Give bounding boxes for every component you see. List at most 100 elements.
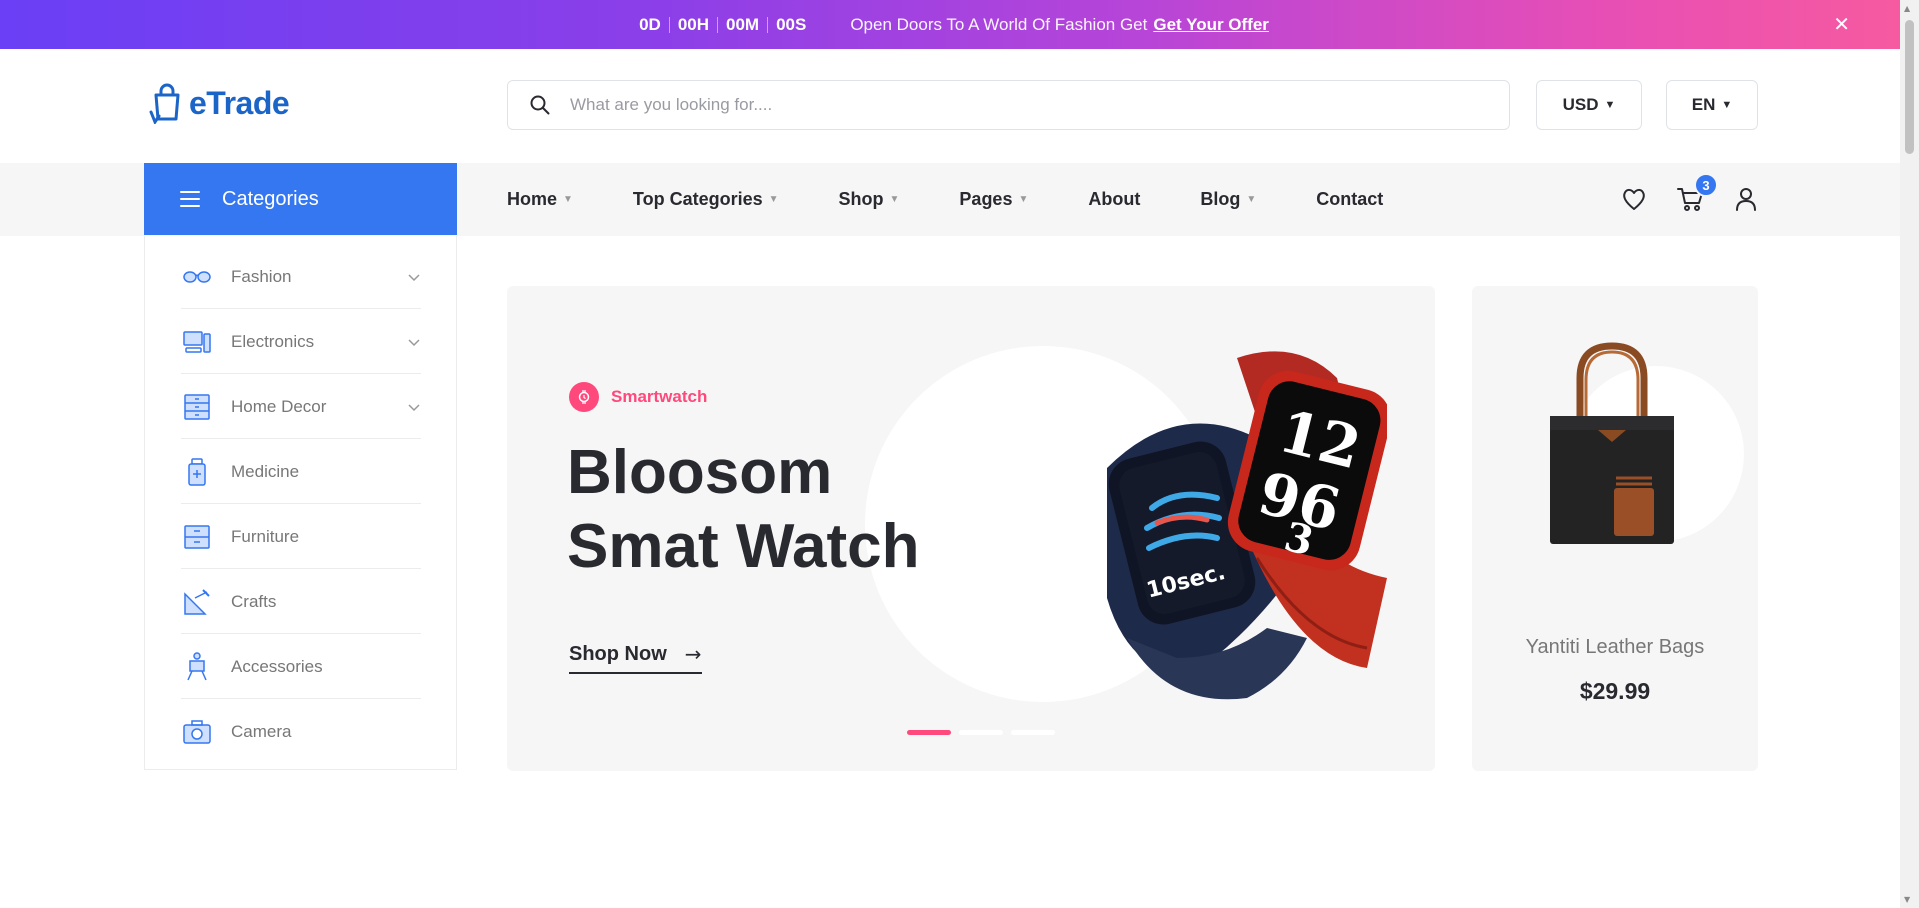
nav-item-pages[interactable]: Pages ▼	[959, 189, 1028, 210]
nav-item-top-categories[interactable]: Top Categories ▼	[633, 189, 779, 210]
nav-label: Pages	[959, 188, 1013, 209]
chevron-down-icon: ▼	[1246, 193, 1257, 205]
computer-icon	[183, 330, 211, 353]
featured-product-card[interactable]: Yantiti Leather Bags $29.99	[1472, 286, 1758, 771]
chevron-down-icon: ▼	[563, 193, 573, 205]
slider-pagination	[907, 730, 1063, 735]
smartwatch-image: 10sec. 12 96 3	[1107, 351, 1387, 700]
chevron-down-icon	[408, 403, 420, 411]
hamburger-menu-icon	[180, 191, 200, 207]
category-label: Fashion	[231, 266, 292, 286]
categories-label: Categories	[222, 187, 319, 210]
site-header: eTrade USD ▼ EN ▼	[0, 49, 1900, 163]
nav-label: Blog	[1200, 188, 1241, 209]
nav-label: Shop	[838, 188, 884, 209]
product-name[interactable]: Yantiti Leather Bags	[1472, 636, 1758, 659]
language-select[interactable]: EN ▼	[1666, 80, 1758, 130]
shopping-bag-logo-icon	[149, 83, 180, 124]
product-price: $29.99	[1579, 678, 1651, 704]
categories-toggle-button[interactable]: Categories	[144, 163, 457, 235]
chevron-down-icon: ▼	[1604, 99, 1616, 111]
countdown-timer: 0D 00H 00M 00S	[631, 15, 814, 35]
category-label: Medicine	[231, 461, 300, 481]
slider-dot[interactable]	[959, 730, 1003, 735]
countdown-days: 0D	[639, 14, 661, 34]
countdown-seconds: 00S	[776, 14, 807, 34]
heart-icon[interactable]	[1620, 185, 1648, 213]
hero-title-line: Smat Watch	[567, 512, 920, 581]
cart-count-badge: 3	[1694, 173, 1718, 197]
category-item-crafts[interactable]: Crafts	[181, 570, 421, 634]
shop-now-label: Shop Now	[569, 642, 667, 665]
category-item-home-decor[interactable]: Home Decor	[181, 375, 421, 439]
nav-item-shop[interactable]: Shop ▼	[839, 189, 900, 210]
category-label: Home Decor	[231, 396, 327, 416]
hero-subtitle: Smartwatch	[569, 382, 707, 412]
main-navbar: Categories Home ▼ Top Categories ▼ Shop ▼ P…	[0, 163, 1900, 236]
dresser-icon	[184, 393, 210, 420]
arrow-right-icon: →	[684, 642, 702, 666]
category-item-medicine[interactable]: Medicine	[181, 440, 421, 504]
category-item-accessories[interactable]: Accessories	[181, 635, 421, 699]
category-item-fashion[interactable]: Fashion	[181, 245, 421, 309]
category-item-camera[interactable]: Camera	[181, 700, 421, 764]
search-input[interactable]	[570, 95, 1470, 115]
slider-dot[interactable]	[1011, 730, 1055, 735]
category-item-electronics[interactable]: Electronics	[181, 310, 421, 374]
crafts-icon	[184, 588, 210, 615]
page-scrollbar[interactable]: ▲ ▼	[1900, 0, 1919, 908]
category-item-furniture[interactable]: Furniture	[181, 505, 421, 569]
chevron-down-icon	[408, 273, 420, 281]
get-offer-link[interactable]: Get Your Offer	[1153, 15, 1269, 35]
promo-banner: 0D 00H 00M 00S Open Doors To A World Of …	[0, 0, 1900, 49]
primary-nav: Home ▼ Top Categories ▼ Shop ▼ Pages ▼ About…	[507, 163, 1443, 235]
nav-label: Home	[507, 188, 558, 209]
category-label: Accessories	[231, 656, 323, 676]
camera-icon	[183, 720, 211, 744]
category-label: Electronics	[231, 331, 315, 351]
scroll-down-icon[interactable]: ▼	[1904, 895, 1910, 904]
cabinet-icon	[184, 524, 210, 549]
search-bar[interactable]	[507, 80, 1510, 130]
close-icon[interactable]: ✕	[1833, 14, 1850, 34]
nav-item-blog[interactable]: Blog ▼	[1200, 189, 1256, 210]
nav-item-home[interactable]: Home ▼	[507, 189, 573, 210]
logo-text: eTrade	[189, 84, 290, 121]
countdown-minutes: 00M	[726, 14, 760, 34]
nav-label: Contact	[1316, 188, 1384, 209]
user-icon[interactable]	[1732, 185, 1760, 213]
slider-dot-active[interactable]	[907, 730, 951, 735]
easel-icon	[187, 651, 207, 680]
chevron-down-icon: ▼	[889, 193, 900, 205]
logo[interactable]: eTrade	[149, 82, 290, 124]
chevron-down-icon: ▼	[1018, 193, 1029, 205]
search-icon[interactable]	[530, 95, 550, 115]
chevron-down-icon: ▼	[768, 193, 779, 205]
leather-bag-image	[1550, 342, 1674, 544]
scroll-up-icon[interactable]: ▲	[1904, 4, 1910, 13]
header-actions: 3	[1592, 163, 1760, 235]
scroll-thumb[interactable]	[1905, 20, 1914, 154]
hero-title: Bloosom Smat Watch	[567, 436, 920, 584]
nav-item-contact[interactable]: Contact	[1316, 189, 1383, 210]
nav-item-about[interactable]: About	[1088, 189, 1140, 210]
hero-subtitle-text: Smartwatch	[611, 387, 708, 406]
nav-label: About	[1088, 188, 1141, 209]
sunglasses-icon	[183, 270, 211, 283]
nav-label: Top Categories	[632, 188, 763, 209]
cart-button[interactable]: 3	[1676, 173, 1718, 213]
chevron-down-icon	[408, 338, 420, 346]
countdown-hours: 00H	[677, 14, 709, 34]
hero-slider: Smartwatch Bloosom Smat Watch Shop Now →…	[507, 286, 1435, 771]
category-label: Furniture	[231, 526, 300, 546]
hero-title-line: Bloosom	[567, 438, 833, 507]
medicine-bottle-icon	[188, 457, 206, 486]
category-label: Camera	[231, 722, 292, 741]
promo-text: Open Doors To A World Of Fashion Get	[850, 14, 1148, 34]
language-value: EN	[1691, 95, 1716, 114]
category-label: Crafts	[231, 591, 277, 611]
shop-now-button[interactable]: Shop Now →	[569, 642, 702, 674]
currency-select[interactable]: USD ▼	[1536, 80, 1642, 130]
currency-value: USD	[1562, 95, 1599, 114]
watch-icon	[569, 382, 599, 412]
